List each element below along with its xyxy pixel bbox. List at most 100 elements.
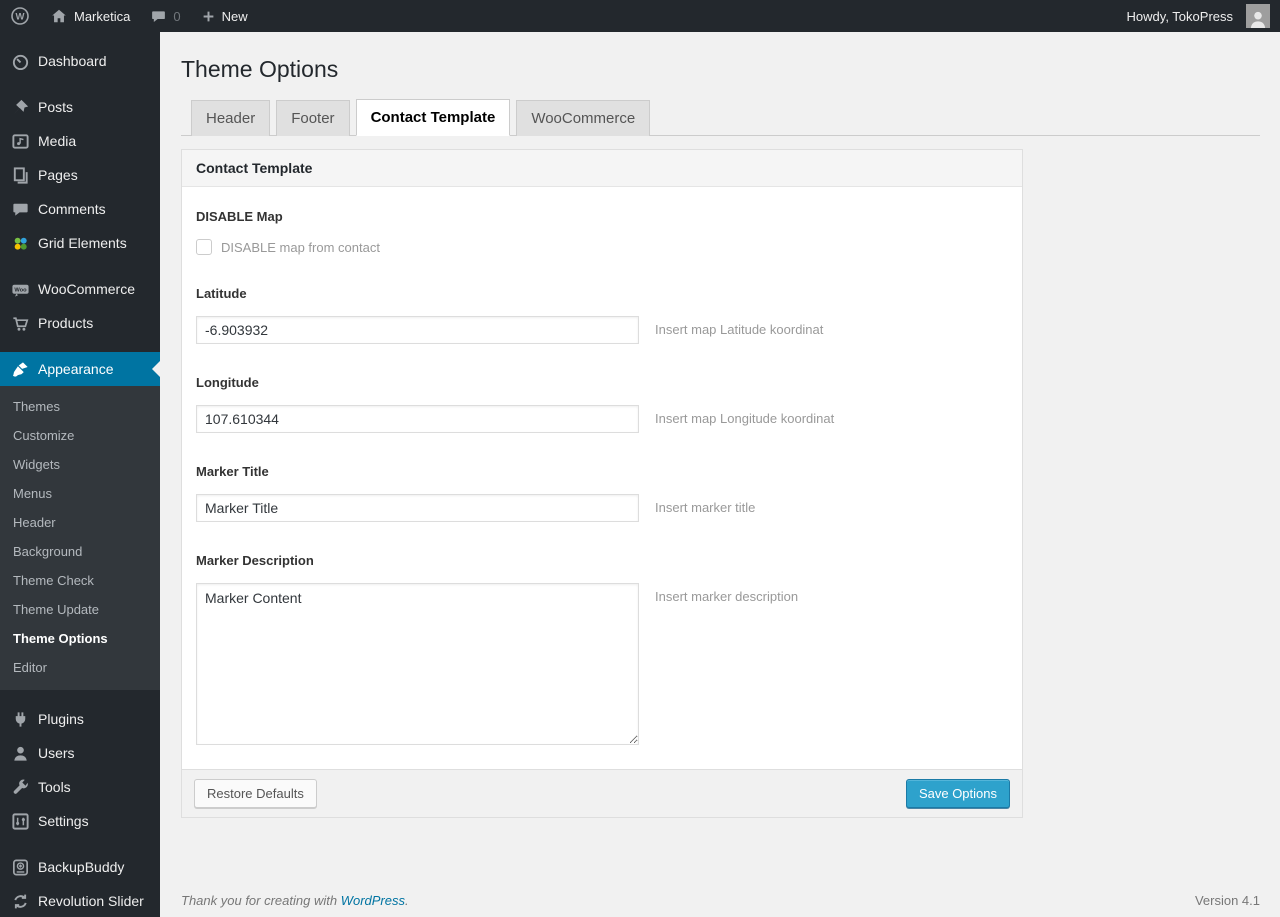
dashboard-icon	[10, 51, 30, 71]
refresh-arrows-icon	[10, 891, 30, 911]
tab-contact-template[interactable]: Contact Template	[355, 99, 511, 136]
disable-map-checkbox[interactable]	[196, 239, 212, 255]
pushpin-icon	[10, 97, 30, 117]
save-options-button[interactable]: Save Options	[905, 779, 1010, 808]
sidebar-label: Settings	[38, 813, 89, 829]
contact-template-panel: Contact Template DISABLE Map DISABLE map…	[181, 149, 1023, 818]
sidebar-item-pages[interactable]: Pages	[0, 158, 160, 192]
sidebar-item-settings[interactable]: Settings	[0, 804, 160, 838]
site-name: Marketica	[74, 8, 131, 24]
disable-map-label: DISABLE Map	[196, 209, 283, 224]
svg-text:W: W	[16, 12, 25, 23]
sidebar-label: Dashboard	[38, 53, 107, 69]
admin-bar: W Marketica 0 New Howdy, TokoPress	[0, 0, 1280, 32]
grid-elements-icon	[10, 233, 30, 253]
sidebar-item-posts[interactable]: Posts	[0, 90, 160, 124]
sidebar-item-backupbuddy[interactable]: BackupBuddy	[0, 850, 160, 884]
marker-title-label: Marker Title	[196, 464, 269, 479]
footer-thanks: Thank you for creating with WordPress.	[181, 893, 409, 908]
comments-shortcut[interactable]: 0	[140, 0, 190, 32]
submenu-menus[interactable]: Menus	[0, 479, 160, 508]
sidebar-label: Tools	[38, 779, 71, 795]
sidebar-label: Pages	[38, 167, 78, 183]
latitude-field: Latitude Insert map Latitude koordinat	[196, 286, 1008, 344]
submenu-theme-update[interactable]: Theme Update	[0, 595, 160, 624]
page-title: Theme Options	[181, 56, 339, 82]
submenu-themes[interactable]: Themes	[0, 392, 160, 421]
sidebar-item-media[interactable]: Media	[0, 124, 160, 158]
appearance-submenu: Themes Customize Widgets Menus Header Ba…	[0, 386, 160, 690]
wordpress-logo-icon: W	[10, 6, 30, 26]
sidebar-label: Appearance	[38, 361, 114, 377]
user-icon	[10, 743, 30, 763]
version-text: Version 4.1	[1194, 893, 1260, 908]
sidebar-item-dashboard[interactable]: Dashboard	[0, 44, 160, 78]
submenu-theme-options[interactable]: Theme Options	[0, 624, 160, 653]
sidebar-label: Comments	[38, 201, 106, 217]
home-icon	[50, 7, 68, 25]
sidebar-item-woocommerce[interactable]: Woo WooCommerce	[0, 272, 160, 306]
longitude-label: Longitude	[196, 375, 259, 390]
sidebar-item-comments[interactable]: Comments	[0, 192, 160, 226]
sidebar-item-tools[interactable]: Tools	[0, 770, 160, 804]
comment-bubble-icon	[150, 8, 167, 25]
tab-header[interactable]: Header	[191, 100, 271, 136]
settings-sliders-icon	[10, 811, 30, 831]
plus-icon	[201, 9, 216, 24]
sidebar-label: Users	[38, 745, 75, 761]
site-link[interactable]: Marketica	[40, 0, 140, 32]
sidebar-label: BackupBuddy	[38, 859, 125, 875]
sidebar-label: Media	[38, 133, 77, 149]
marker-title-field: Marker Title Insert marker title	[196, 464, 1008, 522]
submenu-background[interactable]: Background	[0, 537, 160, 566]
panel-body: DISABLE Map DISABLE map from contact Lat…	[182, 187, 1022, 769]
latitude-hint: Insert map Latitude koordinat	[655, 322, 824, 337]
disable-map-checkbox-row[interactable]: DISABLE map from contact	[196, 239, 1008, 255]
longitude-input[interactable]	[196, 405, 639, 433]
marker-description-textarea[interactable]: Marker Content	[196, 583, 639, 745]
sidebar-item-plugins[interactable]: Plugins	[0, 702, 160, 736]
sidebar-item-appearance[interactable]: Appearance	[0, 352, 160, 386]
marker-title-hint: Insert marker title	[655, 500, 756, 515]
new-label: New	[221, 8, 248, 24]
longitude-field: Longitude Insert map Longitude koordinat	[196, 375, 1008, 433]
latitude-label: Latitude	[196, 286, 247, 301]
admin-sidebar: Dashboard Posts Media Pages Comments Gri…	[0, 32, 160, 917]
sidebar-label: Revolution Slider	[38, 893, 144, 909]
tab-woocommerce[interactable]: WooCommerce	[516, 100, 651, 136]
restore-defaults-button[interactable]: Restore Defaults	[194, 779, 317, 808]
svg-text:Woo: Woo	[14, 287, 27, 293]
tab-footer[interactable]: Footer	[276, 100, 350, 136]
avatar	[1246, 4, 1270, 28]
footer-thanks-prefix: Thank you for creating with	[181, 893, 341, 908]
submenu-customize[interactable]: Customize	[0, 421, 160, 450]
howdy-text: Howdy, TokoPress	[1126, 8, 1233, 24]
marker-title-input[interactable]	[196, 494, 639, 522]
sidebar-item-grid-elements[interactable]: Grid Elements	[0, 226, 160, 260]
sidebar-item-users[interactable]: Users	[0, 736, 160, 770]
panel-header: Contact Template	[182, 150, 1022, 187]
marker-description-field: Marker Description Marker Content Insert…	[196, 553, 1008, 745]
wordpress-link[interactable]: WordPress	[341, 893, 405, 908]
sidebar-label: WooCommerce	[38, 281, 135, 297]
howdy-account-menu[interactable]: Howdy, TokoPress	[1117, 4, 1272, 28]
media-icon	[10, 131, 30, 151]
disable-map-checkbox-label[interactable]: DISABLE map from contact	[221, 240, 380, 255]
cart-icon	[10, 313, 30, 333]
sidebar-label: Plugins	[38, 711, 84, 727]
sidebar-item-revolution-slider[interactable]: Revolution Slider	[0, 884, 160, 917]
latitude-input[interactable]	[196, 316, 639, 344]
appearance-brush-icon	[10, 359, 30, 379]
admin-content: Theme Options Header Footer Contact Temp…	[160, 32, 1280, 917]
wordpress-menu[interactable]: W	[0, 0, 40, 32]
pages-icon	[10, 165, 30, 185]
submenu-theme-check[interactable]: Theme Check	[0, 566, 160, 595]
new-content-menu[interactable]: New	[191, 0, 258, 32]
submenu-widgets[interactable]: Widgets	[0, 450, 160, 479]
submenu-header[interactable]: Header	[0, 508, 160, 537]
page-footer: Thank you for creating with WordPress. V…	[181, 893, 1260, 908]
sidebar-item-products[interactable]: Products	[0, 306, 160, 340]
submenu-editor[interactable]: Editor	[0, 653, 160, 682]
sidebar-label: Products	[38, 315, 94, 331]
longitude-hint: Insert map Longitude koordinat	[655, 411, 835, 426]
